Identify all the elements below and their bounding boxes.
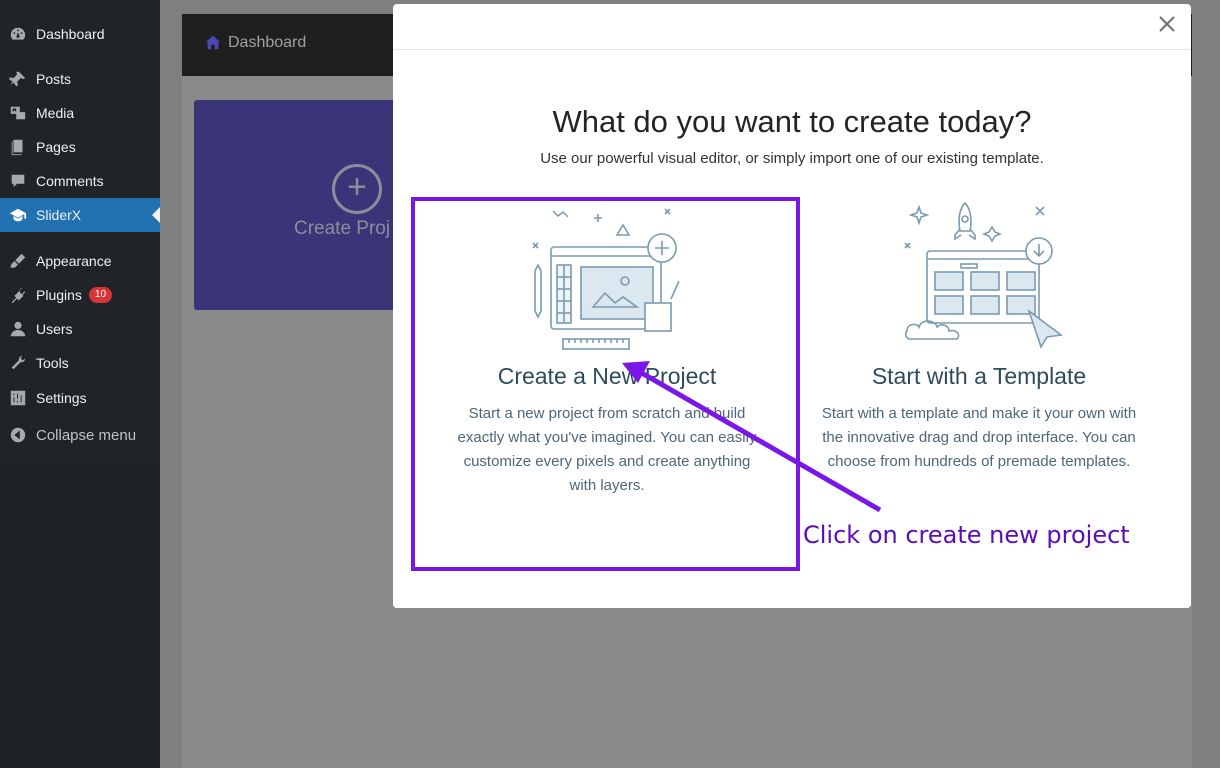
breadcrumb[interactable]: Dashboard bbox=[204, 34, 306, 52]
sidebar-item-plugins[interactable]: Plugins 10 bbox=[0, 278, 160, 312]
highlight-box bbox=[411, 197, 800, 571]
home-icon bbox=[205, 35, 221, 50]
sidebar-item-comments[interactable]: Comments bbox=[0, 164, 160, 198]
modal-header bbox=[393, 4, 1191, 50]
collapse-menu-button[interactable]: Collapse menu bbox=[0, 418, 160, 452]
sidebar-item-pages[interactable]: Pages bbox=[0, 130, 160, 164]
plugin-icon bbox=[0, 286, 36, 304]
breadcrumb-label: Dashboard bbox=[228, 34, 307, 51]
collapse-menu-label: Collapse menu bbox=[36, 426, 137, 444]
comment-icon bbox=[0, 172, 36, 190]
sidebar-item-label: SliderX bbox=[36, 207, 82, 223]
sidebar-item-posts[interactable]: Posts bbox=[0, 62, 160, 96]
sidebar-item-label: Appearance bbox=[36, 253, 112, 269]
sliders-icon bbox=[0, 389, 36, 407]
sidebar-item-label: Plugins bbox=[36, 287, 82, 303]
media-icon bbox=[0, 104, 36, 122]
sidebar-item-label: Users bbox=[36, 321, 73, 337]
plus-icon: + bbox=[332, 164, 382, 214]
sidebar-item-label: Comments bbox=[36, 173, 104, 189]
sidebar-item-sliderx[interactable]: SliderX bbox=[0, 198, 160, 232]
modal-subtitle: Use our powerful visual editor, or simpl… bbox=[540, 150, 1044, 167]
option-title: Start with a Template bbox=[871, 363, 1087, 389]
sidebar-item-label: Dashboard bbox=[36, 26, 105, 42]
start-with-template-option[interactable]: Start with a Template Start with a templ… bbox=[785, 199, 1167, 559]
sidebar-item-label: Settings bbox=[36, 390, 87, 406]
sidebar-item-settings[interactable]: Settings bbox=[0, 381, 160, 415]
wrench-icon bbox=[0, 354, 36, 372]
collapse-arrow-icon bbox=[0, 426, 36, 444]
option-description: Start with a template and make it your o… bbox=[821, 405, 1137, 470]
brush-icon bbox=[0, 252, 36, 270]
dashboard-icon bbox=[0, 25, 36, 43]
sidebar-item-label: Tools bbox=[36, 355, 69, 371]
user-icon bbox=[0, 320, 36, 338]
pages-icon bbox=[0, 138, 36, 156]
sidebar-item-label: Posts bbox=[36, 71, 72, 87]
sidebar-item-label: Media bbox=[36, 105, 75, 121]
annotation-text: Click on create new project bbox=[803, 521, 1130, 549]
admin-menu: Dashboard Posts Media Pages Comments Sli… bbox=[0, 0, 160, 460]
sidebar-item-tools[interactable]: Tools bbox=[0, 346, 160, 380]
pin-icon bbox=[0, 70, 36, 88]
admin-sidebar: Dashboard Posts Media Pages Comments Sli… bbox=[0, 0, 160, 768]
create-project-card-label: Create Proj bbox=[294, 218, 391, 239]
close-icon[interactable] bbox=[1157, 14, 1177, 34]
sidebar-item-appearance[interactable]: Appearance bbox=[0, 244, 160, 278]
sidebar-item-label: Pages bbox=[36, 139, 76, 155]
modal-title: What do you want to create today? bbox=[552, 104, 1032, 139]
sidebar-item-dashboard[interactable]: Dashboard bbox=[0, 17, 160, 51]
sidebar-item-media[interactable]: Media bbox=[0, 96, 160, 130]
template-illustration-icon bbox=[904, 201, 1064, 349]
graduation-cap-icon bbox=[0, 206, 36, 224]
sidebar-item-users[interactable]: Users bbox=[0, 312, 160, 346]
update-count-badge: 10 bbox=[88, 287, 113, 303]
